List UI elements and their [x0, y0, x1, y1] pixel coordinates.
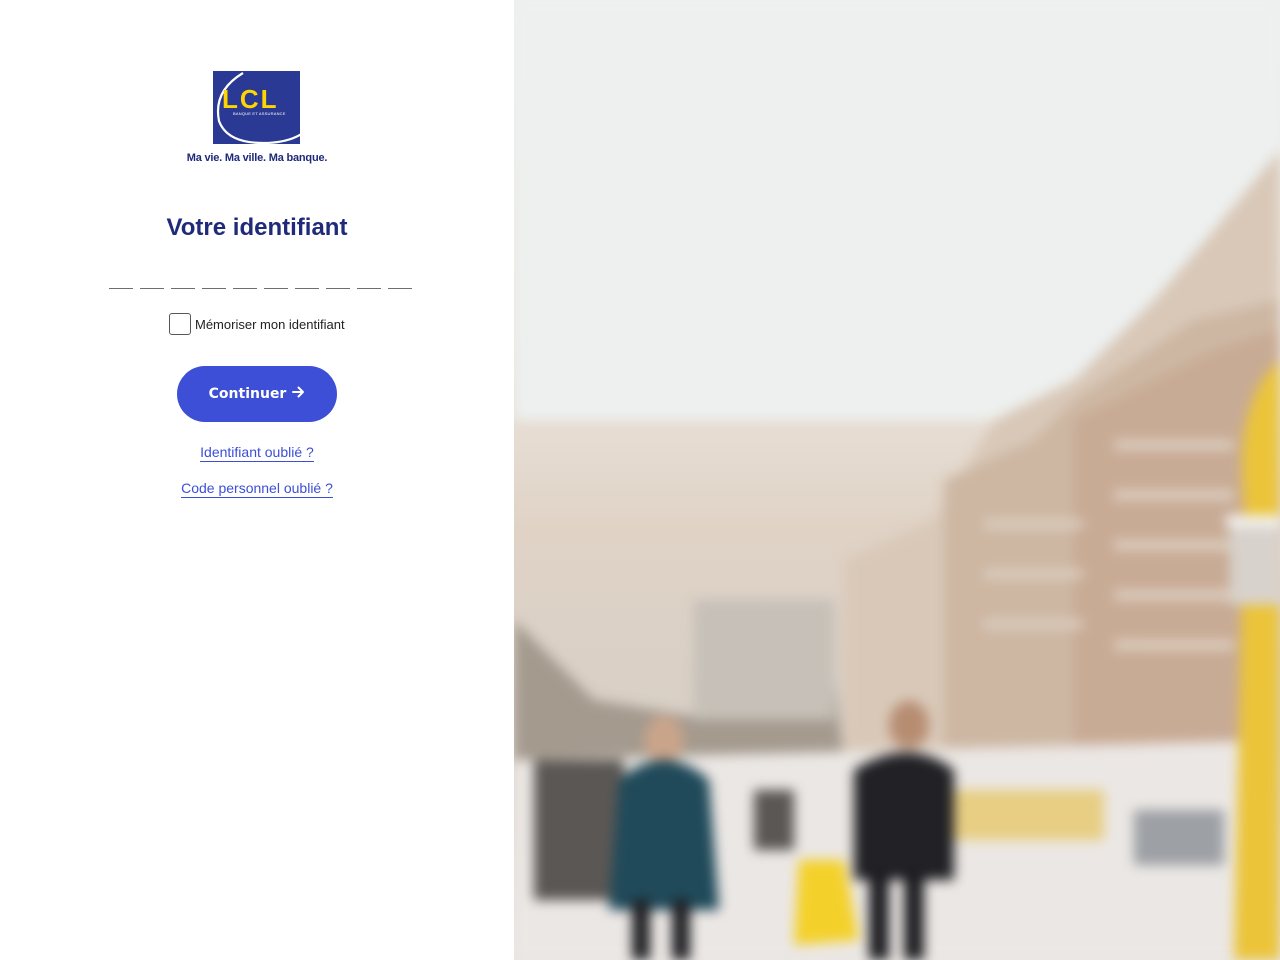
identifier-digit-5[interactable] — [233, 268, 257, 289]
tagline: Ma vie. Ma ville. Ma banque. — [186, 152, 328, 164]
identifier-digit-2[interactable] — [140, 268, 164, 289]
login-panel: LCL BANQUE ET ASSURANCE Ma vie. Ma ville… — [0, 0, 514, 960]
identifier-digit-inputs — [109, 268, 419, 290]
page-title: Votre identifiant — [166, 214, 348, 241]
logo-sub-text: BANQUE ET ASSURANCE — [233, 111, 286, 116]
identifier-digit-6[interactable] — [264, 268, 288, 289]
remember-label: Mémoriser mon identifiant — [195, 316, 345, 332]
remember-checkbox[interactable] — [169, 313, 191, 335]
identifier-digit-9[interactable] — [357, 268, 381, 289]
forgot-identifier-link[interactable]: Identifiant oublié ? — [200, 444, 314, 462]
continue-button[interactable]: Continuer — [177, 366, 337, 422]
identifier-digit-8[interactable] — [326, 268, 350, 289]
arrow-right-icon — [292, 386, 305, 402]
identifier-digit-1[interactable] — [109, 268, 133, 289]
background-photo — [514, 0, 1280, 960]
forgot-code-link[interactable]: Code personnel oublié ? — [181, 480, 333, 498]
forgot-code-row: Code personnel oublié ? — [0, 480, 514, 498]
remember-identifier[interactable]: Mémoriser mon identifiant — [169, 312, 345, 336]
identifier-digit-4[interactable] — [202, 268, 226, 289]
identifier-digit-7[interactable] — [295, 268, 319, 289]
identifier-digit-10[interactable] — [388, 268, 412, 289]
continue-label: Continuer — [208, 386, 287, 402]
forgot-identifier-row: Identifiant oublié ? — [0, 444, 514, 462]
identifier-digit-3[interactable] — [171, 268, 195, 289]
